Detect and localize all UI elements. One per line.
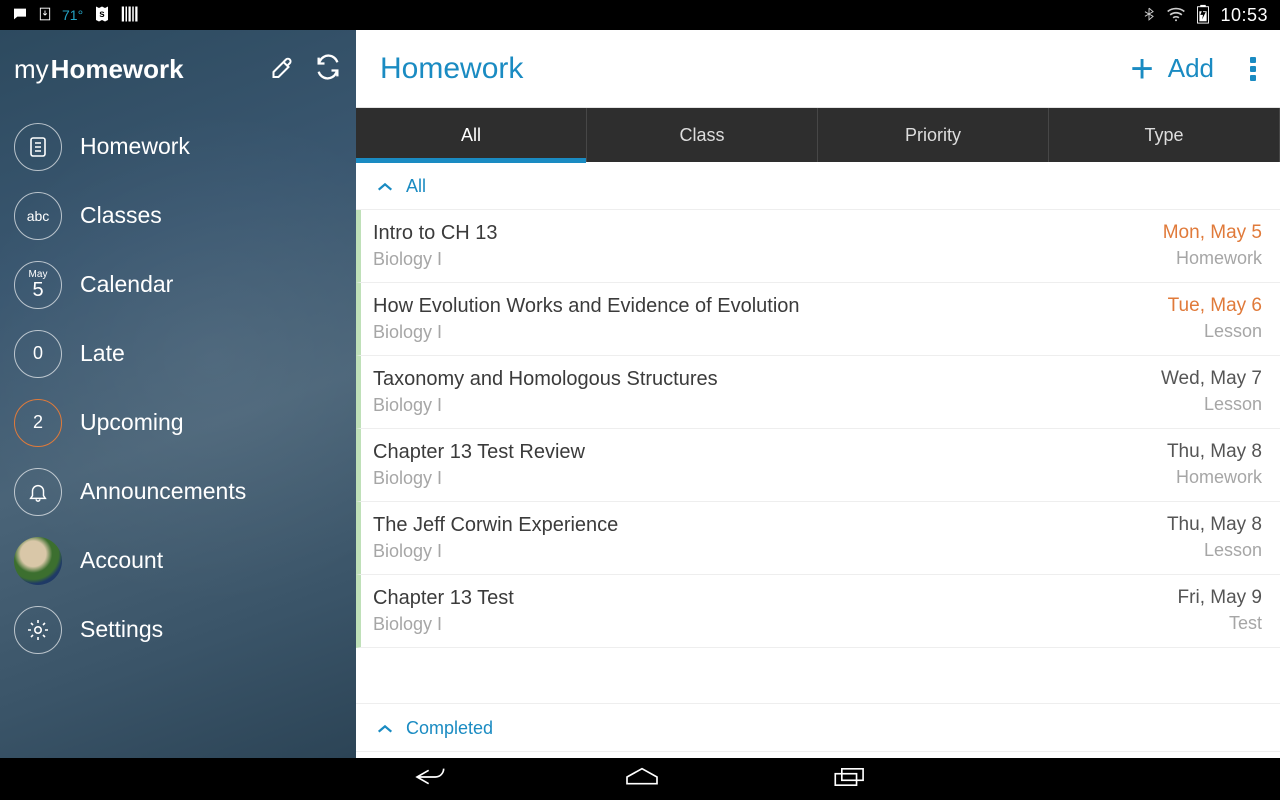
assignment-date: Thu, May 8 [1167,514,1262,536]
classes-icon: abc [14,192,62,240]
bluetooth-icon [1142,5,1156,26]
tab-all[interactable]: All [356,108,587,162]
assignment-row[interactable]: The Jeff Corwin Experience Biology IThu, … [356,502,1280,575]
sidebar-item-label: Upcoming [80,409,184,436]
recents-button[interactable] [832,764,868,795]
sidebar-item-label: Classes [80,202,162,229]
barcode-icon [121,6,139,25]
assignment-title: The Jeff Corwin Experience [373,514,1167,537]
sidebar-item-label: Announcements [80,478,246,505]
android-navbar [0,758,1280,800]
group-completed-header[interactable]: Completed [356,703,1280,752]
add-button[interactable]: + Add [1130,49,1214,89]
sidebar-item-upcoming[interactable]: 2 Upcoming [0,388,356,457]
sidebar-item-label: Calendar [80,271,173,298]
assignment-type: Homework [1163,248,1262,269]
sidebar-header: myHomework [0,30,356,108]
assignment-row[interactable]: How Evolution Works and Evidence of Evol… [356,283,1280,356]
plus-icon: + [1130,49,1153,89]
assignment-title: Chapter 13 Test Review [373,441,1167,464]
assignment-row[interactable]: Chapter 13 Test Biology IFri, May 9 Test [356,575,1280,648]
skype-icon: s [93,5,111,26]
sidebar-item-calendar[interactable]: May5 Calendar [0,250,356,319]
assignment-class: Biology I [373,322,1168,343]
assignment-date: Mon, May 5 [1163,222,1262,244]
assignment-title: Taxonomy and Homologous Structures [373,368,1161,391]
assignment-list: Intro to CH 13Biology IMon, May 5Homewor… [356,210,1280,703]
group-completed-label: Completed [406,718,493,739]
sidebar-item-label: Late [80,340,125,367]
homework-icon [14,123,62,171]
sync-icon[interactable] [314,53,342,86]
assignment-class: Biology I [373,249,1163,270]
assignment-date: Thu, May 8 [1167,441,1262,463]
page-title: Homework [380,52,523,86]
assignment-row[interactable]: Intro to CH 13 Biology IMon, May 5 Homewor… [356,210,1280,283]
assignment-row[interactable]: Taxonomy and Homologous Structures Biolog… [356,356,1280,429]
calendar-icon: May5 [14,261,62,309]
tab-class[interactable]: Class [587,108,818,162]
svg-text:s: s [99,9,105,20]
sidebar-item-homework[interactable]: Homework [0,112,356,181]
group-all-header[interactable]: All [356,162,1280,210]
sidebar-item-announcements[interactable]: Announcements [0,457,356,526]
assignment-type: Lesson [1168,321,1262,342]
app-logo: myHomework [14,54,184,85]
assignment-date: Wed, May 7 [1161,368,1262,390]
gear-icon [14,606,62,654]
assignment-title: Intro to CH 13 [373,222,1163,245]
sidebar-item-classes[interactable]: abc Classes [0,181,356,250]
assignment-type: Lesson [1161,394,1262,415]
content-header: Homework + Add [356,30,1280,108]
sidebar-item-account[interactable]: Account [0,526,356,595]
statusbar: 71° s 10:53 [0,0,1280,30]
theme-icon[interactable] [266,52,296,87]
sidebar-item-late[interactable]: 0 Late [0,319,356,388]
tab-priority[interactable]: Priority [818,108,1049,162]
battery-icon [1196,4,1210,27]
assignment-title: Chapter 13 Test [373,587,1178,610]
tab-type[interactable]: Type [1049,108,1280,162]
download-icon [38,6,52,25]
add-label: Add [1168,53,1214,84]
content: Homework + Add All Class Priority Type A… [356,30,1280,758]
assignment-date: Tue, May 6 [1168,295,1262,317]
sidebar-item-label: Settings [80,616,163,643]
assignment-type: Test [1178,613,1262,634]
avatar [14,537,62,585]
assignment-class: Biology I [373,614,1178,635]
filter-tabs: All Class Priority Type [356,108,1280,162]
late-count-icon: 0 [14,330,62,378]
chevron-up-icon [376,180,394,194]
status-temperature: 71° [62,7,83,23]
tab-indicator [356,158,586,163]
assignment-class: Biology I [373,395,1161,416]
comment-icon [12,6,28,25]
chevron-up-icon [376,722,394,736]
group-all-label: All [406,176,426,197]
assignment-class: Biology I [373,468,1167,489]
assignment-type: Homework [1167,467,1262,488]
sidebar-item-settings[interactable]: Settings [0,595,356,664]
status-clock: 10:53 [1220,5,1268,26]
assignment-type: Lesson [1167,540,1262,561]
back-button[interactable] [412,763,452,796]
home-button[interactable] [622,764,662,795]
sidebar-item-label: Account [80,547,163,574]
sidebar: myHomework Homework abc Classes [0,30,356,758]
wifi-icon [1166,6,1186,25]
overflow-menu-button[interactable] [1250,54,1256,84]
bell-icon [14,468,62,516]
assignment-class: Biology I [373,541,1167,562]
assignment-date: Fri, May 9 [1178,587,1262,609]
assignment-title: How Evolution Works and Evidence of Evol… [373,295,1168,318]
sidebar-item-label: Homework [80,133,190,160]
assignment-row[interactable]: Chapter 13 Test Review Biology IThu, May … [356,429,1280,502]
upcoming-count-icon: 2 [14,399,62,447]
